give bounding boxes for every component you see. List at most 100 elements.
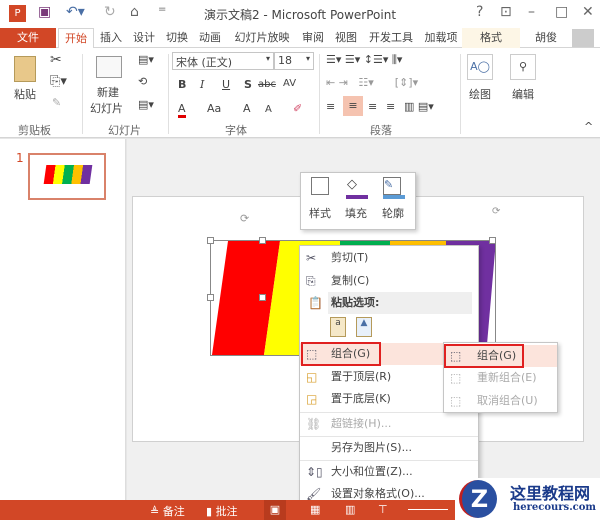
tab-slideshow[interactable]: 幻灯片放映 [228, 28, 296, 48]
highlight-box [301, 342, 381, 366]
align-center-icon[interactable]: ≡ [343, 96, 363, 116]
resize-handle[interactable] [489, 237, 496, 244]
resize-handle[interactable] [259, 294, 266, 301]
tab-addins[interactable]: 加载项 [419, 28, 463, 48]
reset-icon[interactable]: ⟲ [138, 75, 147, 88]
section-icon[interactable]: ▤▾ [138, 98, 154, 111]
undo-icon[interactable]: ↶▾ [66, 4, 85, 20]
drawing-button[interactable]: 绘图 [469, 86, 491, 102]
align-right-icon[interactable]: ≡ [368, 100, 377, 113]
collapse-ribbon-icon[interactable]: ^ [584, 120, 593, 133]
group-clipboard-label: 剪贴板 [18, 124, 51, 137]
shrink-font-button[interactable]: A [265, 104, 272, 115]
slide-sorter-button[interactable]: ▦ [310, 503, 320, 516]
font-size-select[interactable]: 18 ▾ [274, 52, 314, 70]
group-font-label: 字体 [225, 124, 247, 137]
paste-button[interactable]: 粘贴 [14, 86, 36, 102]
style-button[interactable]: 样式 [309, 205, 331, 221]
ribbon-display-button[interactable]: ⊡ [500, 4, 512, 20]
columns-icon[interactable]: ▥ ▤▾ [404, 100, 434, 113]
tab-home[interactable]: 开始 [58, 28, 94, 48]
cut-icon[interactable]: ✂ [50, 52, 62, 68]
paste-icon[interactable] [14, 56, 36, 82]
new-slide-icon[interactable] [96, 56, 122, 78]
fill-color-swatch [346, 195, 368, 199]
notes-label: 备注 [162, 505, 185, 518]
tab-view[interactable]: 视图 [330, 28, 362, 48]
avatar[interactable] [572, 29, 594, 47]
tab-developer[interactable]: 开发工具 [363, 28, 419, 48]
normal-view-button[interactable]: ▣ [264, 500, 286, 520]
maximize-button[interactable]: □ [555, 4, 568, 20]
new-slide-button[interactable]: 幻灯片 [90, 100, 123, 116]
close-button[interactable]: ✕ [582, 4, 594, 20]
help-button[interactable]: ? [476, 4, 483, 20]
notes-button[interactable]: ≜ 备注 [150, 503, 185, 519]
new-slide-label-1[interactable]: 新建 [97, 84, 119, 100]
user-name[interactable]: 胡俊 [524, 28, 568, 48]
powerpoint-logo-icon: P [9, 5, 26, 22]
resize-handle[interactable] [207, 294, 214, 301]
find-icon[interactable]: ⚲ [510, 54, 536, 80]
menu-item-size-position[interactable]: ⇕▯ 大小和位置(Z)... [300, 460, 478, 482]
zoom-slider[interactable] [408, 509, 448, 510]
mini-toolbar: ◇ ✎ 样式 填充 轮廓 [300, 172, 416, 230]
font-name-select[interactable]: 宋体 (正文) ▾ [172, 52, 274, 70]
paste-keep-text-icon[interactable]: a [330, 317, 346, 337]
font-color-button[interactable]: A [178, 102, 186, 118]
slideshow-view-button[interactable]: ⊤ [378, 503, 388, 516]
resize-handle[interactable]: ⟳ [492, 206, 500, 217]
format-painter-icon[interactable]: ✎ [52, 96, 61, 109]
resize-handle[interactable] [259, 237, 266, 244]
send-back-icon: ◲ [306, 392, 318, 406]
fill-icon[interactable]: ◇ [347, 177, 357, 192]
underline-button[interactable]: U [222, 78, 230, 91]
tab-file[interactable]: 文件 [0, 28, 56, 48]
editing-button[interactable]: 编辑 [512, 86, 534, 102]
redo-icon[interactable]: ↻ [104, 4, 116, 20]
ribbon: 粘贴 ✂ ⎘▾ ✎ 新建 幻灯片 ▤▾ ⟲ ▤▾ 宋体 (正文) ▾ 18 ▾ B … [0, 48, 600, 138]
menu-item-save-picture[interactable]: 另存为图片(S)... [300, 436, 478, 458]
clear-format-icon[interactable]: ✐ [293, 102, 302, 115]
reading-view-button[interactable]: ▥ [345, 503, 355, 516]
tab-review[interactable]: 审阅 [297, 28, 329, 48]
shadow-button[interactable]: S [244, 78, 252, 91]
drawing-icon[interactable]: A◯ [467, 54, 493, 80]
fill-button[interactable]: 填充 [345, 205, 367, 221]
tab-format[interactable]: 格式 [462, 28, 520, 48]
bold-button[interactable]: B [178, 78, 186, 91]
submenu-item-regroup[interactable]: ⬚ 重新组合(E) [444, 367, 557, 389]
save-icon[interactable]: ▣ [38, 4, 51, 20]
customize-qat-icon[interactable]: = [158, 4, 166, 15]
menu-item-hyperlink[interactable]: ⛓ 超链接(H)... [300, 412, 478, 434]
layout-icon[interactable]: ▤▾ [138, 53, 154, 66]
tab-animations[interactable]: 动画 [194, 28, 226, 48]
submenu-item-ungroup[interactable]: ⬚ 取消组合(U) [444, 390, 557, 412]
slide-thumbnail[interactable] [28, 153, 106, 200]
outline-button[interactable]: 轮廓 [382, 205, 404, 221]
indent-icon[interactable]: ⇤ ⇥ ☷▾ [⇕]▾ [326, 76, 418, 89]
minimize-button[interactable]: – [528, 4, 535, 20]
strikethrough-button[interactable]: abc [258, 79, 276, 90]
justify-icon[interactable]: ≡ [386, 100, 395, 113]
grow-font-button[interactable]: A [243, 102, 251, 115]
outline-icon[interactable]: ✎ [383, 177, 401, 195]
change-case-button[interactable]: Aa [207, 102, 221, 115]
comments-label: 批注 [215, 505, 238, 518]
shape-style-icon[interactable] [311, 177, 329, 195]
paste-picture-icon[interactable]: ▲ [356, 317, 372, 337]
italic-button[interactable]: I [200, 78, 204, 91]
tab-design[interactable]: 设计 [128, 28, 160, 48]
char-spacing-button[interactable]: AV [283, 78, 296, 89]
align-left-icon[interactable]: ≡ [326, 100, 335, 113]
slideshow-icon[interactable]: ⌂ [130, 4, 139, 20]
rotate-handle[interactable]: ⟳ [240, 212, 249, 225]
tab-transitions[interactable]: 切换 [161, 28, 193, 48]
tab-insert[interactable]: 插入 [95, 28, 127, 48]
menu-item-copy[interactable]: ⎘ 复制(C) [300, 270, 478, 292]
comments-button[interactable]: ▮ 批注 [206, 503, 238, 519]
copy-icon[interactable]: ⎘▾ [50, 74, 67, 89]
menu-item-cut[interactable]: ✂ 剪切(T) [300, 247, 478, 269]
bullets-icon[interactable]: ☰▾ ☰▾ ↕☰▾ ⫼▾ [326, 53, 402, 67]
resize-handle[interactable] [207, 237, 214, 244]
